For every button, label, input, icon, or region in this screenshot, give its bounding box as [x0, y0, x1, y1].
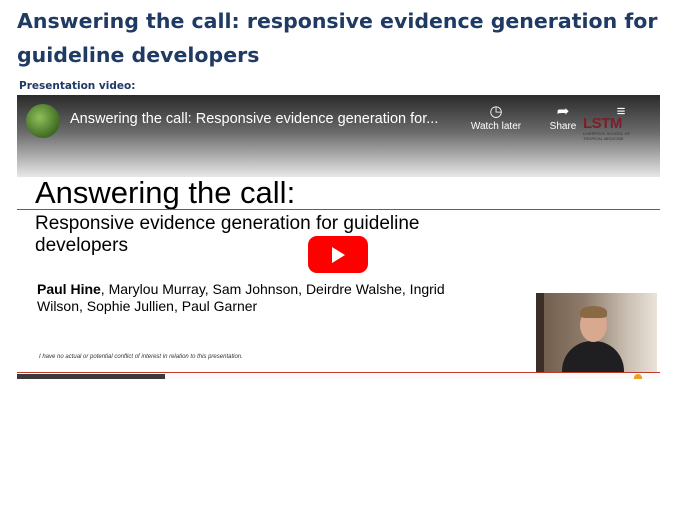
video-player[interactable]: Answering the call: Responsive evidence … [17, 95, 660, 379]
slide-disclaimer: I have no actual or potential conflict o… [39, 354, 243, 360]
share-arrow-icon: ➦ [556, 103, 570, 120]
player-top-bar: Answering the call: Responsive evidence … [17, 95, 660, 177]
slide-title: Answering the call: [35, 175, 296, 210]
lead-author: Paul Hine [37, 281, 101, 297]
page-title: Answering the call: responsive evidence … [17, 9, 658, 67]
video-title-link[interactable]: Answering the call: Responsive evidence … [70, 111, 460, 127]
presenter-body [562, 341, 624, 373]
share-label: Share [549, 121, 577, 132]
slide-authors: Paul Hine, Marylou Murray, Sam Johnson, … [37, 281, 457, 315]
slide-bottom-divider [17, 372, 660, 373]
webcam-door-frame [536, 293, 544, 373]
channel-avatar[interactable] [26, 104, 60, 138]
lstm-logo-mark: LSTM [583, 115, 622, 132]
watch-later-button[interactable]: ◷ Watch later [464, 103, 528, 132]
youtube-play-button[interactable] [308, 236, 368, 273]
slide-corner-marker [634, 374, 642, 379]
player-bottom-bar[interactable] [17, 374, 660, 379]
clock-icon: ◷ [489, 103, 503, 120]
lstm-logo-subtext: LIVERPOOL SCHOOL OF TROPICAL MEDICINE [583, 131, 631, 141]
slide-subtitle: Responsive evidence generation for guide… [35, 213, 420, 256]
lstm-logo: LSTM LIVERPOOL SCHOOL OF TROPICAL MEDICI… [583, 115, 643, 151]
presenter-hair [580, 306, 607, 318]
video-section-label: Presentation video: [19, 80, 136, 92]
youtube-play-icon [332, 247, 345, 263]
progress-segment [17, 374, 165, 379]
share-button[interactable]: ➦ Share [543, 103, 583, 132]
watch-later-label: Watch later [470, 121, 522, 132]
title-divider [17, 209, 660, 210]
presenter-webcam [536, 293, 657, 373]
